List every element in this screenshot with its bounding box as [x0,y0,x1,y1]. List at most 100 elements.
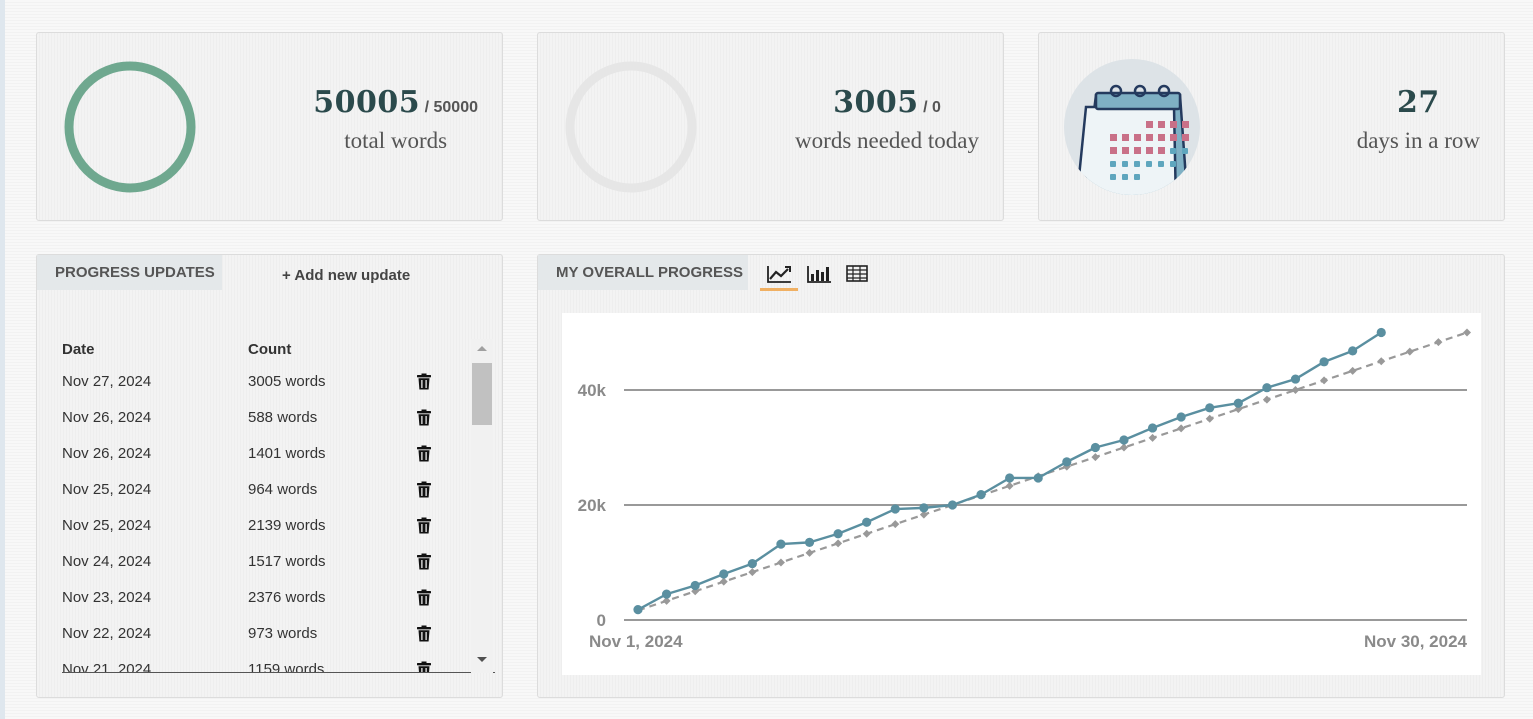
progress-line-chart: 0 20k 40k Nov 1, 2024 Nov 30, 2024 [578,327,1471,651]
table-view-tab[interactable] [838,261,876,291]
line-chart-view-tab[interactable] [760,261,798,291]
target-point [776,558,785,567]
actual-point [947,500,958,510]
target-point [1348,366,1357,375]
trash-icon[interactable] [417,553,431,570]
overall-progress-panel: MY OVERALL PROGRESS 0 20k 40k Nov 1, 202… [537,254,1505,698]
row-date: Nov 27, 2024 [62,373,152,390]
target-point [1005,481,1014,490]
target-point [834,539,843,548]
updates-list: Nov 27, 2024 3005 words Nov 26, 2024 588… [37,363,474,673]
target-point [1119,443,1128,452]
target-point [719,577,728,586]
target-point [1177,424,1186,433]
scrollbar-thumb[interactable] [472,363,492,425]
overall-progress-tab[interactable]: MY OVERALL PROGRESS [538,255,748,290]
actual-point [1319,357,1329,367]
row-date: Nov 25, 2024 [62,481,152,498]
words-today-ring [565,61,697,193]
y-tick-label: 40k [578,381,607,400]
progress-updates-panel: PROGRESS UPDATES + Add new update Date C… [36,254,503,698]
actual-point [1176,412,1186,422]
total-words-label: total words [344,128,448,153]
actual-series-line [637,331,1382,611]
total-words-ring [64,61,196,193]
progress-updates-tab[interactable]: PROGRESS UPDATES [37,255,222,290]
row-date: Nov 22, 2024 [62,625,152,642]
target-point [1434,338,1443,347]
table-row: Nov 26, 2024 588 words [37,399,474,435]
row-count: 1517 words [248,553,326,570]
row-count: 2376 words [248,589,326,606]
scroll-down-arrow-icon[interactable] [471,651,493,669]
row-count: 973 words [248,625,318,642]
trash-icon[interactable] [417,373,431,390]
table-row: Nov 22, 2024 973 words [37,615,474,651]
actual-point [1348,346,1358,356]
actual-point [833,529,843,539]
scroll-up-arrow-icon[interactable] [471,339,493,357]
target-point [1405,347,1414,356]
target-point [1205,414,1214,423]
target-point [1291,386,1300,394]
target-point [748,568,757,577]
x-tick-label: Nov 30, 2024 [1364,632,1468,651]
total-words-stat: 50005 / 50000 total words [313,85,478,154]
y-tick-label: 20k [578,496,607,515]
row-count: 588 words [248,409,318,426]
actual-point [1205,403,1215,413]
target-point [862,529,871,538]
calendar-icon [1064,59,1200,195]
streak-card: 27 days in a row [1038,32,1505,221]
trash-icon[interactable] [417,517,431,534]
table-icon [846,265,868,282]
actual-point [1233,398,1243,408]
actual-point [1090,442,1100,453]
actual-point [1147,423,1158,433]
total-words-count: 50005 [313,85,421,120]
target-point [1262,395,1271,404]
target-point [891,520,900,529]
actual-point [1376,327,1386,338]
add-update-button[interactable]: + Add new update [282,267,410,284]
table-row: Nov 23, 2024 2376 words [37,579,474,615]
actual-point [1262,383,1272,393]
target-point [1320,376,1329,385]
updates-scrollbar[interactable] [471,339,493,673]
actual-point [719,569,729,579]
date-column-header: Date [62,341,95,358]
actual-point [1062,457,1072,467]
streak-count: 27 [1396,85,1440,120]
actual-point [919,503,929,513]
actual-point [976,490,986,500]
table-row: Nov 27, 2024 3005 words [37,363,474,399]
trash-icon[interactable] [417,625,431,642]
streak-label: days in a row [1356,128,1480,153]
table-row: Nov 25, 2024 2139 words [37,507,474,543]
bar-chart-view-tab[interactable] [800,261,838,291]
total-words-card: 50005 / 50000 total words [36,32,503,221]
y-tick-label: 0 [597,611,606,630]
target-point [1463,328,1471,337]
actual-point [890,504,900,514]
x-tick-label: Nov 1, 2024 [589,632,683,651]
row-count: 2139 words [248,517,326,534]
streak-stat: 27 days in a row [1357,85,1480,154]
actual-point [1005,473,1015,483]
trash-icon[interactable] [417,481,431,498]
target-point [1377,357,1386,366]
actual-point [690,580,700,591]
actual-point [776,539,786,549]
target-point [805,548,814,557]
actual-point [804,537,815,547]
actual-point [633,605,643,615]
actual-point [1033,473,1043,483]
table-row: Nov 26, 2024 1401 words [37,435,474,471]
trash-icon[interactable] [417,445,431,462]
actual-point [1119,435,1129,445]
total-words-goal: / 50000 [424,99,478,116]
trash-icon[interactable] [417,589,431,606]
words-today-goal: / 0 [923,99,941,116]
trash-icon[interactable] [417,409,431,426]
row-date: Nov 26, 2024 [62,445,152,462]
